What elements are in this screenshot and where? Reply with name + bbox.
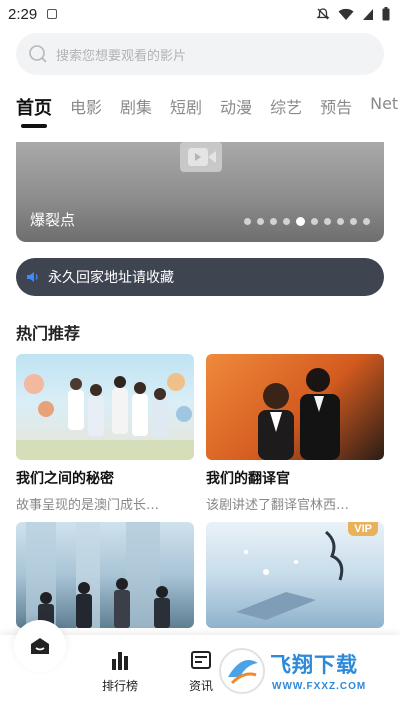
movie-description: 故事呈现的是澳门成长… [16, 498, 160, 513]
status-time: 2:29 [8, 5, 38, 23]
news-icon [191, 651, 211, 669]
carousel-dot[interactable] [363, 218, 370, 225]
tab-home[interactable]: 首页 [16, 94, 52, 128]
carousel-indicator [244, 217, 370, 226]
video-placeholder-icon [180, 142, 222, 172]
announcement-bar[interactable]: 永久回家地址请收藏 [16, 258, 384, 296]
carousel-dot[interactable] [350, 218, 357, 225]
notification-icon [47, 9, 58, 19]
nav-ranking-label: 排行榜 [101, 679, 138, 693]
tab-netflix[interactable]: Net [370, 94, 398, 113]
battery-icon [382, 7, 390, 21]
carousel-dot[interactable] [311, 218, 318, 225]
movie-title: 我们之间的秘密 [16, 471, 114, 487]
featured-banner[interactable]: 爆裂点 [16, 142, 384, 242]
status-bar: 2:29 [0, 0, 400, 28]
carousel-dot[interactable] [270, 218, 277, 225]
announcement-text: 永久回家地址请收藏 [48, 270, 174, 286]
tab-series[interactable]: 剧集 [120, 94, 152, 118]
site-watermark: 飞翔下载 WWW.FXXZ.COM [218, 643, 393, 703]
carousel-dot[interactable] [244, 218, 251, 225]
movie-card[interactable]: 我们的翻译官 该剧讲述了翻译官林西… [206, 354, 384, 513]
tab-trailers[interactable]: 预告 [320, 94, 352, 118]
carousel-dot[interactable] [257, 218, 264, 225]
carousel-dot[interactable] [283, 218, 290, 225]
movie-poster[interactable] [16, 354, 194, 460]
tab-movies[interactable]: 电影 [70, 94, 102, 118]
movie-card[interactable]: 我们之间的秘密 故事呈现的是澳门成长… [16, 354, 194, 513]
movie-card[interactable] [16, 522, 194, 628]
search-placeholder[interactable]: 搜索您想要观看的影片 [56, 45, 186, 64]
movie-poster[interactable]: VIP [206, 522, 384, 628]
movie-poster[interactable] [206, 354, 384, 460]
wifi-icon [338, 8, 354, 20]
nav-ranking[interactable]: 排行榜 [90, 650, 150, 694]
search-bar[interactable]: 搜索您想要观看的影片 [16, 33, 384, 75]
speaker-icon [27, 272, 38, 282]
carousel-dot[interactable] [296, 217, 305, 226]
watermark-url: WWW.FXXZ.COM [272, 681, 367, 692]
vip-badge: VIP [348, 522, 378, 536]
status-icons [316, 7, 390, 21]
nav-home[interactable] [14, 620, 66, 672]
watermark-brand: 飞翔下载 [270, 653, 358, 677]
tab-short-drama[interactable]: 短剧 [170, 94, 202, 118]
search-icon [29, 45, 47, 63]
home-icon [31, 638, 49, 654]
carousel-dot[interactable] [324, 218, 331, 225]
movie-poster[interactable] [16, 522, 194, 628]
movie-card[interactable]: VIP [206, 522, 384, 628]
carousel-dot[interactable] [337, 218, 344, 225]
mute-icon [316, 8, 330, 20]
tab-variety[interactable]: 综艺 [270, 94, 302, 118]
movie-description: 该剧讲述了翻译官林西… [206, 498, 350, 513]
banner-title: 爆裂点 [30, 211, 76, 229]
signal-icon [363, 8, 373, 20]
bar-chart-icon [112, 652, 128, 670]
category-tabs: 首页 电影 剧集 短剧 动漫 综艺 预告 Net [16, 94, 400, 134]
tab-anime[interactable]: 动漫 [220, 94, 252, 118]
movie-title: 我们的翻译官 [206, 471, 290, 487]
section-title-hot: 热门推荐 [16, 324, 81, 343]
watermark-logo-icon [219, 648, 265, 694]
